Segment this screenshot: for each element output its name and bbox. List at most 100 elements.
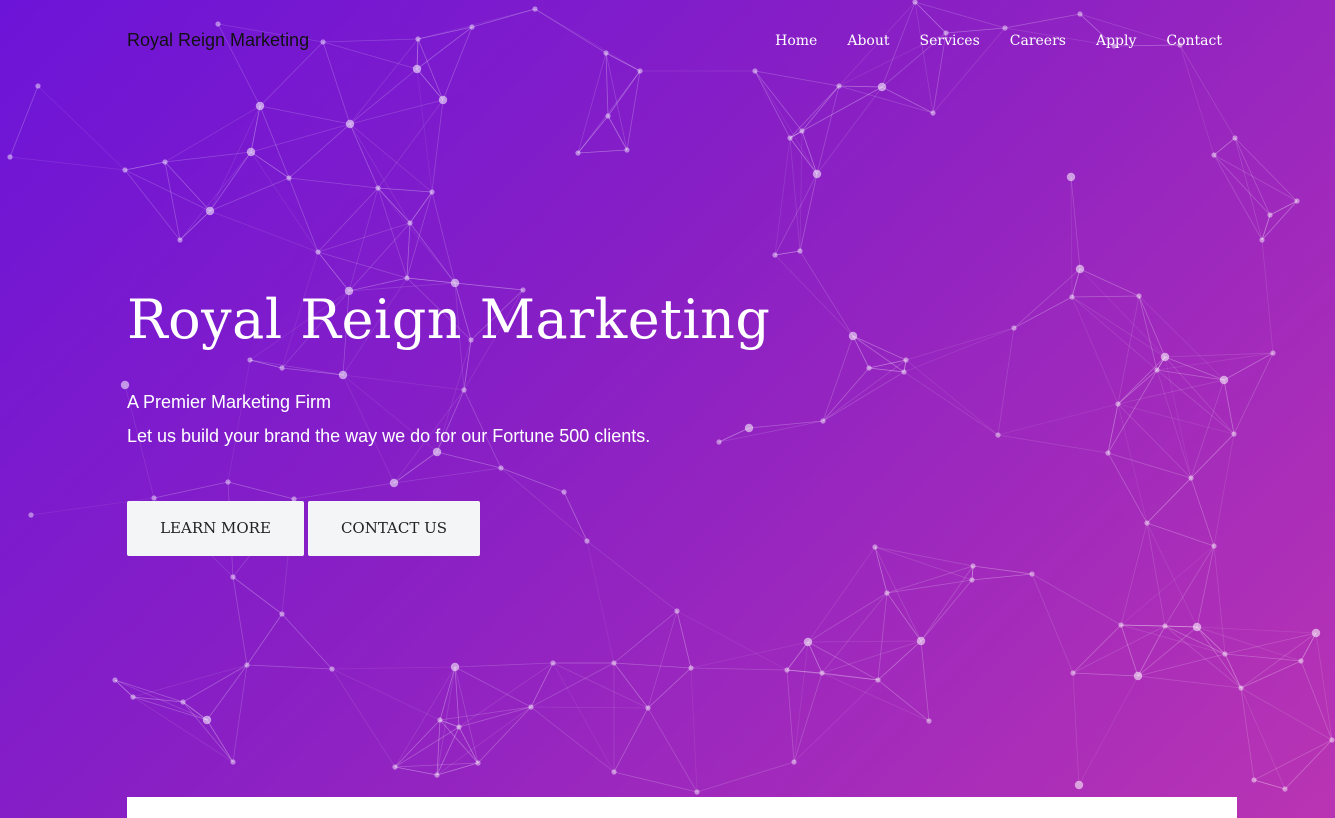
network-line xyxy=(793,641,809,763)
network-line xyxy=(807,640,922,643)
network-line xyxy=(1164,356,1225,381)
network-node xyxy=(799,128,805,134)
network-line xyxy=(1261,214,1271,241)
network-line xyxy=(1120,624,1139,677)
network-line xyxy=(349,38,419,125)
network-line xyxy=(874,546,888,594)
network-line xyxy=(577,149,628,154)
nav-item-services[interactable]: Services xyxy=(920,30,980,52)
network-line xyxy=(1164,356,1235,435)
network-node xyxy=(584,538,590,544)
network-node xyxy=(624,147,630,153)
network-line xyxy=(530,706,649,709)
network-node xyxy=(995,432,1001,438)
nav-item-contact[interactable]: Contact xyxy=(1166,30,1222,52)
network-line xyxy=(1072,624,1122,674)
network-node xyxy=(1298,658,1304,664)
network-node xyxy=(1211,543,1217,549)
network-line xyxy=(789,137,818,175)
network-line xyxy=(9,156,126,171)
network-node xyxy=(1162,623,1168,629)
network-line xyxy=(1223,379,1235,435)
network-line xyxy=(436,451,502,469)
network-node xyxy=(202,715,212,725)
network-line xyxy=(1072,625,1166,674)
network-line xyxy=(647,667,692,709)
network-line xyxy=(903,327,1015,373)
network-line xyxy=(789,137,801,252)
network-node xyxy=(230,574,236,580)
network-line xyxy=(1240,687,1255,781)
network-node xyxy=(1075,264,1085,274)
network-line xyxy=(920,640,930,722)
network-line xyxy=(718,420,824,443)
learn-more-button[interactable]: LEARN MORE xyxy=(127,501,304,556)
network-line xyxy=(1224,653,1242,689)
network-line xyxy=(1190,477,1215,547)
network-node xyxy=(550,660,556,666)
network-line xyxy=(500,467,588,542)
network-node xyxy=(1329,737,1335,743)
network-line xyxy=(250,105,261,153)
network-node xyxy=(970,563,976,569)
network-line xyxy=(317,251,408,279)
network-line xyxy=(232,576,248,666)
nav-item-home[interactable]: Home xyxy=(775,30,817,52)
network-node xyxy=(688,665,694,671)
network-line xyxy=(417,8,536,40)
network-line xyxy=(914,1,934,114)
network-node xyxy=(279,365,285,371)
network-line xyxy=(377,187,408,279)
network-line xyxy=(1117,295,1140,405)
network-line xyxy=(431,99,444,193)
network-node xyxy=(415,36,421,42)
network-node xyxy=(866,365,872,371)
network-node xyxy=(1144,520,1150,526)
network-node xyxy=(437,717,443,723)
network-line xyxy=(690,667,698,793)
content-section-card xyxy=(127,797,1237,818)
contact-us-button[interactable]: CONTACT US xyxy=(308,501,480,556)
network-node xyxy=(1029,571,1035,577)
network-line xyxy=(905,359,999,436)
network-line xyxy=(1196,626,1317,634)
network-line xyxy=(613,610,678,664)
network-node xyxy=(1294,198,1300,204)
network-line xyxy=(613,662,649,709)
brand-logo-link[interactable]: Royal Reign Marketing xyxy=(127,30,309,51)
network-line xyxy=(246,613,283,666)
network-line xyxy=(153,481,229,499)
network-node xyxy=(575,150,581,156)
network-line xyxy=(259,105,351,125)
network-line xyxy=(227,481,295,500)
network-node xyxy=(320,39,326,45)
nav-item-about[interactable]: About xyxy=(847,30,889,52)
network-line xyxy=(1179,44,1215,156)
network-line xyxy=(124,169,181,241)
network-node xyxy=(7,154,13,160)
network-node xyxy=(1118,622,1124,628)
network-line xyxy=(1146,522,1198,628)
network-line xyxy=(874,546,974,567)
network-line xyxy=(647,707,698,793)
network-line xyxy=(281,367,344,376)
hero-subtitle: A Premier Marketing Firm xyxy=(127,392,332,412)
network-node xyxy=(392,764,398,770)
network-line xyxy=(164,151,252,163)
network-node xyxy=(122,167,128,173)
nav-item-careers[interactable]: Careers xyxy=(1010,30,1066,52)
network-line xyxy=(613,771,698,793)
network-line xyxy=(807,546,876,643)
nav-item-apply[interactable]: Apply xyxy=(1096,30,1136,52)
network-line xyxy=(1269,200,1298,216)
network-node xyxy=(1074,780,1084,790)
network-line xyxy=(293,482,395,500)
network-line xyxy=(1079,268,1140,297)
network-line xyxy=(1284,739,1333,790)
network-line xyxy=(1156,369,1192,479)
network-line xyxy=(920,565,974,642)
network-line xyxy=(1146,522,1166,627)
network-node xyxy=(532,6,538,12)
network-line xyxy=(227,359,251,483)
network-line xyxy=(377,99,444,189)
